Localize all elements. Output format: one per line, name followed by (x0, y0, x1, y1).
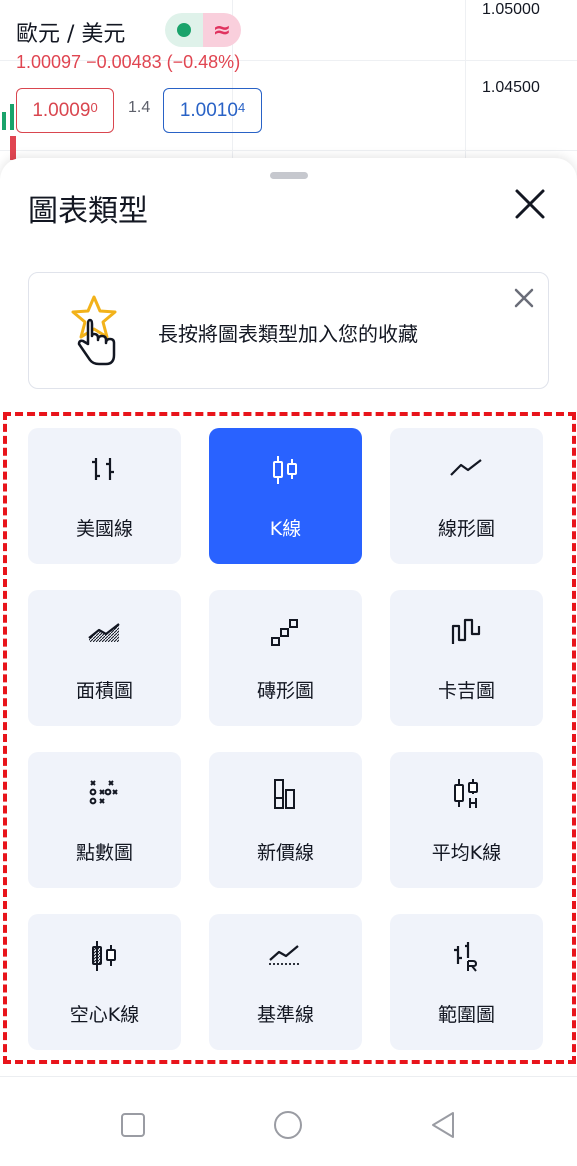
close-icon[interactable] (508, 182, 552, 226)
delayed-data-icon: ≈ (203, 13, 241, 47)
chart-type-line-break[interactable]: 新價線 (209, 752, 362, 888)
chart-type-label: K線 (269, 518, 302, 540)
chart-type-label: 新價線 (256, 842, 314, 864)
symbol-title[interactable]: 歐元 / 美元 (16, 16, 125, 48)
kagi-icon (451, 618, 481, 644)
area-icon (88, 623, 120, 642)
sheet-title: 圖表類型 (28, 194, 148, 229)
line-icon (450, 459, 482, 476)
sell-price-button[interactable]: 1.0009 0 (16, 88, 114, 133)
quote-change: 1.00097 −0.00483 (−0.48%) (16, 52, 241, 72)
line-break-icon (274, 779, 295, 809)
chart-type-candles[interactable]: K線 (209, 428, 362, 564)
chart-type-label: 卡吉圖 (437, 680, 495, 702)
chart-type-label: 美國線 (75, 518, 133, 540)
spread-value: 1.4 (128, 99, 151, 116)
heikin-ashi-icon (454, 779, 478, 808)
chart-type-label: 線形圖 (437, 518, 495, 540)
back-icon[interactable] (426, 1108, 460, 1142)
recents-icon[interactable] (116, 1108, 150, 1142)
star-tap-icon (71, 295, 117, 366)
chart-type-kagi[interactable]: 卡吉圖 (390, 590, 543, 726)
chart-type-area[interactable]: 面積圖 (28, 590, 181, 726)
chart-type-label: 基準線 (256, 1004, 314, 1026)
buy-price-pip: 4 (237, 100, 246, 115)
sheet-drag-handle[interactable] (270, 172, 308, 179)
chart-type-point-figure[interactable]: 點數圖 (28, 752, 181, 888)
chart-type-baseline[interactable]: 基準線 (209, 914, 362, 1050)
chart-type-renko[interactable]: 磚形圖 (209, 590, 362, 726)
status-dot-icon (177, 23, 191, 37)
chart-type-heikin-ashi[interactable]: 平均K線 (390, 752, 543, 888)
chart-type-line[interactable]: 線形圖 (390, 428, 543, 564)
bars-icon (92, 458, 114, 480)
home-icon[interactable] (271, 1108, 305, 1142)
chart-type-range[interactable]: 範圍圖 (390, 914, 543, 1050)
chart-type-label: 磚形圖 (256, 680, 314, 702)
dismiss-tip-icon[interactable] (512, 286, 536, 310)
chart-type-hollow-candles[interactable]: 空心K線 (28, 914, 181, 1050)
renko-icon (271, 619, 298, 646)
buy-price-main: 1.0010 (179, 99, 238, 121)
chart-type-label: 平均K線 (431, 842, 502, 864)
candles-icon (273, 456, 297, 484)
baseline-icon (269, 945, 301, 965)
grid-line (0, 150, 577, 151)
buy-price-button[interactable]: 1.0010 4 (163, 88, 262, 133)
market-status-pill[interactable]: ≈ (165, 13, 241, 47)
range-icon (454, 942, 478, 972)
point-figure-icon (89, 780, 118, 805)
chart-type-label: 範圍圖 (437, 1004, 495, 1026)
chart-type-label: 面積圖 (75, 680, 133, 702)
market-open-indicator (165, 13, 203, 47)
chart-type-grid: 美國線 K線 線形圖 面積圖 磚形圖 卡吉圖 點數圖 新價線 平均K線 空心K線… (28, 428, 544, 1050)
candle-mark (2, 104, 16, 160)
favorites-tip-text: 長按將圖表類型加入您的收藏 (158, 322, 418, 346)
hollow-candles-icon (92, 941, 116, 971)
chart-type-bars[interactable]: 美國線 (28, 428, 181, 564)
sell-price-pip: 0 (90, 100, 98, 115)
sell-price-main: 1.0009 (32, 99, 91, 121)
chart-type-label: 空心K線 (69, 1004, 140, 1026)
price-axis-label: 1.04500 (482, 79, 540, 96)
chart-type-label: 點數圖 (75, 842, 133, 864)
price-axis-label: 1.05000 (482, 1, 540, 18)
